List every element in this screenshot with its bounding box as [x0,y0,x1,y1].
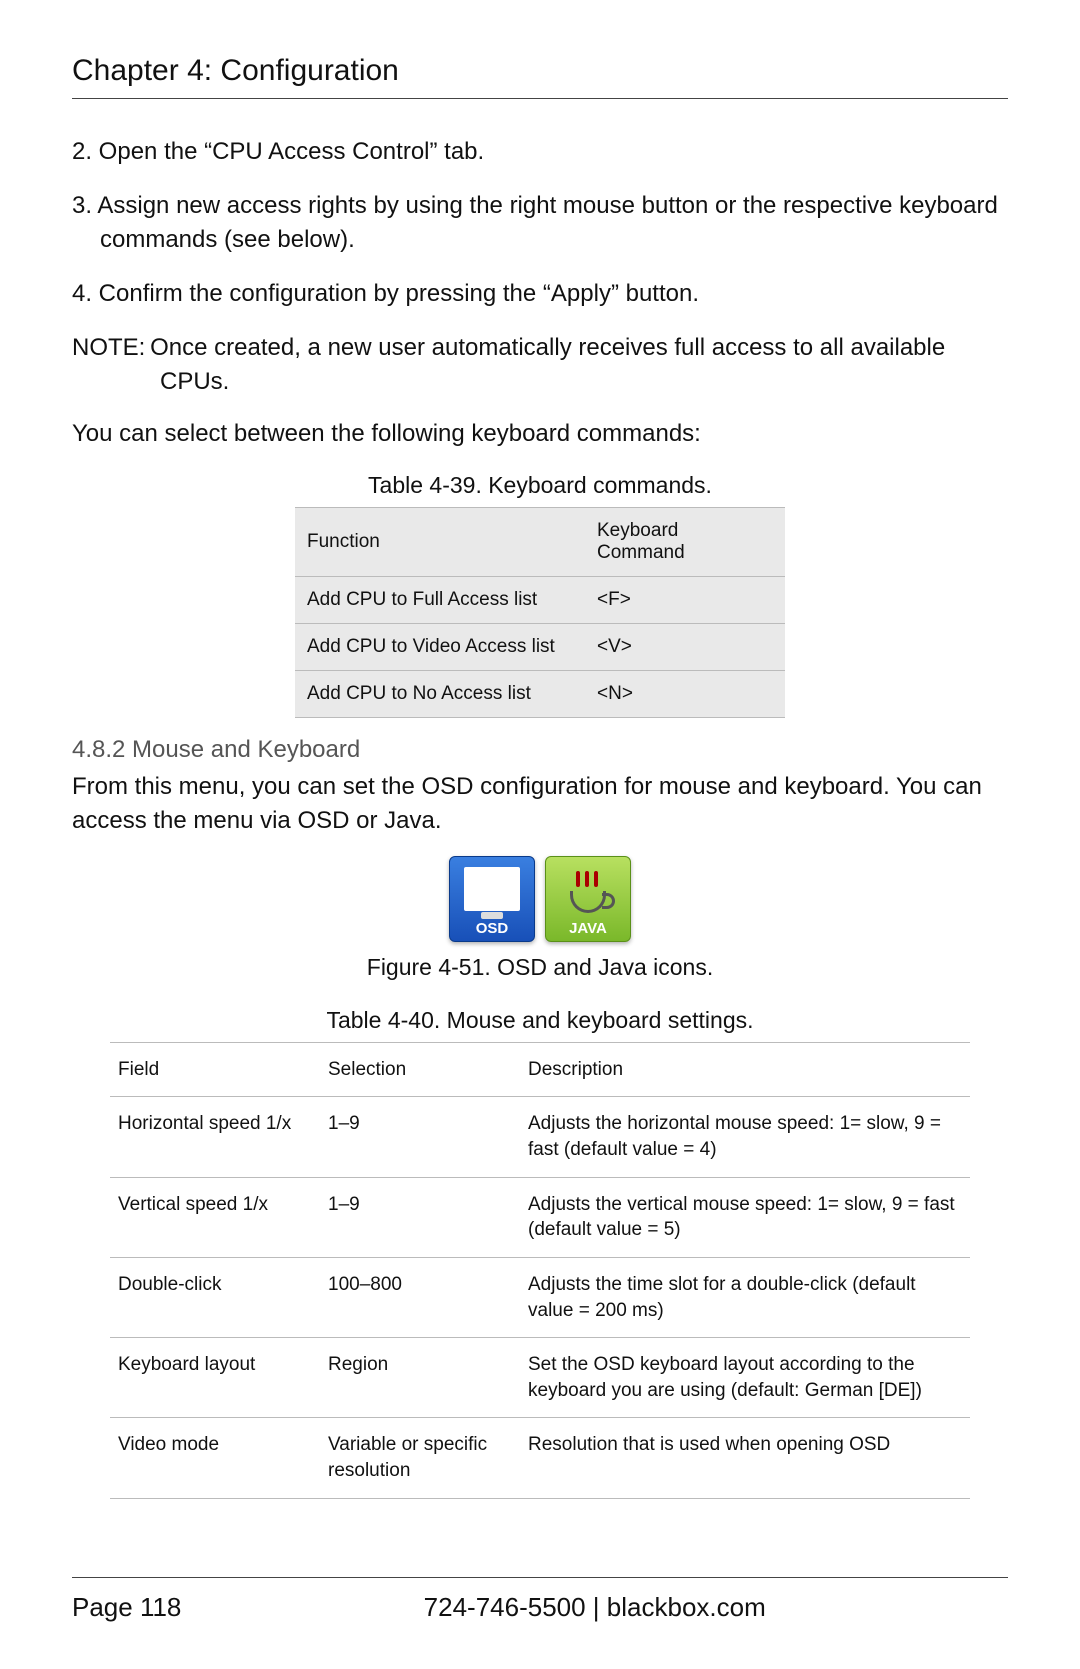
step-4: 4. Confirm the configuration by pressing… [72,277,1008,311]
table-cell: Add CPU to Video Access list [295,623,585,670]
table-cell: Video mode [110,1418,320,1498]
table-cell: Horizontal speed 1/x [110,1097,320,1177]
table-cell: 100–800 [320,1257,520,1337]
figure-51-caption: Figure 4-51. OSD and Java icons. [72,954,1008,981]
table-40-head-description: Description [520,1042,970,1097]
table-cell: Keyboard layout [110,1338,320,1418]
table-row: Keyboard layout Region Set the OSD keybo… [110,1338,970,1418]
table-cell: <N> [585,670,785,717]
osd-icon: OSD [449,856,535,942]
footer-site: blackbox.com [607,1592,766,1622]
step-2: 2. Open the “CPU Access Control” tab. [72,135,1008,169]
table-40-head-field: Field [110,1042,320,1097]
table-row: Horizontal speed 1/x 1–9 Adjusts the hor… [110,1097,970,1177]
table-row: Add CPU to No Access list <N> [295,670,785,717]
section-4-8-2-body: From this menu, you can set the OSD conf… [72,770,1008,838]
table-cell: Adjusts the horizontal mouse speed: 1= s… [520,1097,970,1177]
table-row: Vertical speed 1/x 1–9 Adjusts the verti… [110,1177,970,1257]
step-3: 3. Assign new access rights by using the… [72,189,1008,257]
table-39-head-command: Keyboard Command [585,507,785,576]
chapter-title: Chapter 4: Configuration [72,54,1008,99]
table-cell: 1–9 [320,1097,520,1177]
section-4-8-2-heading: 4.8.2 Mouse and Keyboard [72,736,1008,764]
table-row: Add CPU to Video Access list <V> [295,623,785,670]
footer-phone: 724-746-5500 [424,1592,586,1622]
keyboard-commands-leadin: You can select between the following key… [72,417,1008,451]
table-cell: 1–9 [320,1177,520,1257]
table-39: Function Keyboard Command Add CPU to Ful… [295,507,785,718]
table-cell: <F> [585,576,785,623]
table-cell: Add CPU to Full Access list [295,576,585,623]
table-40-head-selection: Selection [320,1042,520,1097]
osd-icon-label: OSD [476,920,509,937]
java-icon: JAVA [545,856,631,942]
table-cell: Set the OSD keyboard layout according to… [520,1338,970,1418]
footer-contact: 724-746-5500 | blackbox.com [181,1592,1008,1623]
table-cell: <V> [585,623,785,670]
table-cell: Region [320,1338,520,1418]
page-number: Page 118 [72,1592,181,1623]
table-cell: Variable or specific resolution [320,1418,520,1498]
icons-row: OSD JAVA [72,856,1008,942]
table-row: Add CPU to Full Access list <F> [295,576,785,623]
steam-icon [576,871,580,887]
cup-icon [570,891,606,913]
table-cell: Adjusts the time slot for a double-click… [520,1257,970,1337]
table-cell: Add CPU to No Access list [295,670,585,717]
table-row: Double-click 100–800 Adjusts the time sl… [110,1257,970,1337]
table-39-head-function: Function [295,507,585,576]
table-39-caption: Table 4-39. Keyboard commands. [72,472,1008,499]
table-cell: Resolution that is used when opening OSD [520,1418,970,1498]
table-cell: Adjusts the vertical mouse speed: 1= slo… [520,1177,970,1257]
note-text: NOTE: Once created, a new user automatic… [72,331,1008,399]
java-icon-label: JAVA [569,920,607,937]
table-cell: Double-click [110,1257,320,1337]
monitor-icon [464,867,520,911]
page-footer: Page 118 724-746-5500 | blackbox.com [72,1577,1008,1623]
footer-sep: | [586,1592,607,1622]
table-40-caption: Table 4-40. Mouse and keyboard settings. [72,1007,1008,1034]
table-cell: Vertical speed 1/x [110,1177,320,1257]
table-row: Video mode Variable or specific resoluti… [110,1418,970,1498]
table-40: Field Selection Description Horizontal s… [110,1042,970,1499]
